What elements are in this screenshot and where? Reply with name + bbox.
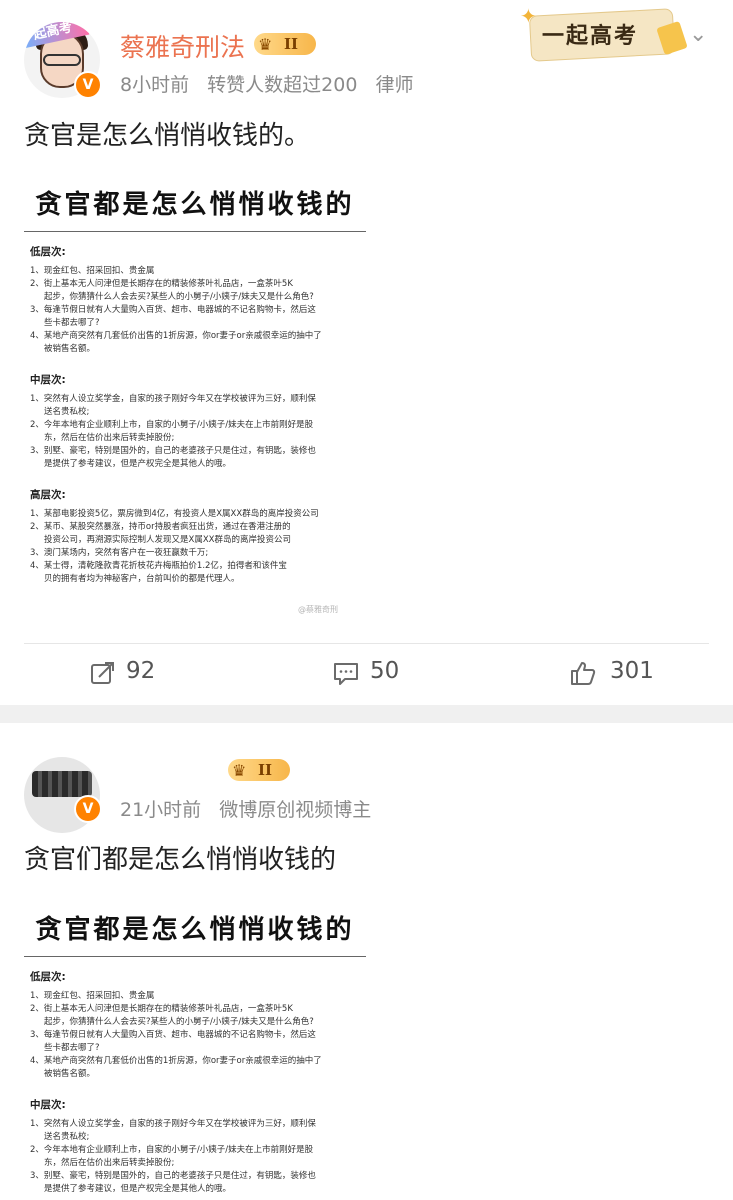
- repost-button[interactable]: 92: [90, 650, 170, 696]
- image-text-line: 3、澳门某场内，突然有客户在一夜狂赢数千万;: [30, 548, 209, 558]
- image-section-heading: 中层次:: [30, 374, 66, 386]
- post-text: 贪官们都是怎么悄悄收钱的: [24, 845, 337, 875]
- post-image[interactable]: 贪官都是怎么悄悄收钱的 低层次: 1、现金红包、招采回扣、贵金属 2、街上基本无人问…: [24, 897, 366, 1200]
- decoration-title: 一起高考: [542, 23, 639, 49]
- image-text-line: 1、现金红包、招采回扣、贵金属: [30, 991, 155, 1001]
- comment-icon: [334, 663, 358, 685]
- comment-button[interactable]: 50: [333, 650, 413, 696]
- image-text-line: 1、某部电影投资5亿，票房微到4亿，有投资人是X属XX群岛的离岸投资公司: [30, 509, 319, 519]
- image-text-line: 2、某币、某股突然暴涨，持币or持股者疯狂出货，通过在香港注册的: [30, 522, 291, 532]
- avatar-image: [32, 771, 92, 797]
- image-text-line: 2、街上基本无人问津但是长期存在的精装修茶叶礼品店，一盒茶叶5K: [30, 1004, 293, 1014]
- post-meta: 21小时前 微博原创视频博主: [120, 795, 383, 822]
- post-time: 21小时前: [120, 799, 202, 821]
- repost-count: 92: [126, 658, 156, 684]
- image-body: 低层次: 1、现金红包、招采回扣、贵金属 2、街上基本无人问津但是长期存在的精装修茶…: [24, 969, 366, 1200]
- crown-icon: ♛: [232, 761, 247, 780]
- image-watermark: @蔡雅奇刑: [298, 605, 338, 614]
- image-text-line: 被销售名额。: [44, 344, 96, 354]
- image-body: 低层次: 1、现金红包、招采回扣、贵金属 2、街上基本无人问津但是长期存在的精装修茶…: [24, 244, 366, 594]
- event-decoration: ✦ 一起高考: [520, 4, 688, 62]
- username[interactable]: 蔡雅奇刑法: [120, 28, 245, 64]
- image-text-line: 投资公司，再溯源实际控制人发现又是X属XX群岛的离岸投资公司: [44, 535, 291, 545]
- user-tag: 律师: [375, 74, 414, 96]
- verified-badge-icon: V: [74, 795, 102, 823]
- post-meta: 8小时前 转赞人数超过200 律师: [120, 70, 425, 97]
- image-title: 贪官都是怎么悄悄收钱的: [35, 915, 355, 945]
- image-text-line: 贝的拥有者均为神秘客户，台前叫价的都是代理人。: [44, 574, 240, 584]
- image-rule: [24, 956, 366, 957]
- post-time: 8小时前: [120, 74, 190, 96]
- post-image[interactable]: 贪官都是怎么悄悄收钱的 低层次: 1、现金红包、招采回扣、贵金属 2、街上基本无人问…: [24, 172, 366, 620]
- image-text-line: 些卡都去哪了?: [44, 318, 100, 328]
- rank-level: II: [284, 35, 299, 53]
- user-tag: 微博原创视频博主: [219, 799, 372, 821]
- image-rule: [24, 231, 366, 232]
- divider: [24, 643, 709, 644]
- image-section-heading: 中层次:: [30, 1099, 66, 1111]
- image-text-line: 4、某地产商突然有几套低价出售的1折房源，你or妻子or亲戚很幸运的抽中了: [30, 1056, 322, 1066]
- repost-icon: [91, 662, 114, 684]
- verified-badge-icon: V: [74, 71, 102, 99]
- like-count: 301: [610, 658, 654, 684]
- crown-icon: ♛: [258, 35, 273, 54]
- image-text-line: 3、每逢节假日就有人大量购入百货、超市、电器城的不记名购物卡，然后这: [30, 305, 316, 315]
- avatar-glasses: [43, 54, 81, 66]
- image-section-heading: 低层次:: [30, 971, 66, 983]
- image-text-line: 起步，你猜猜什么人会去买?某些人的小舅子/小姨子/妹夫又是什么角色?: [44, 292, 314, 302]
- image-text-line: 起步，你猜猜什么人会去买?某些人的小舅子/小姨子/妹夫又是什么角色?: [44, 1017, 314, 1027]
- chevron-down-icon[interactable]: ⌄: [689, 24, 711, 46]
- image-title: 贪官都是怎么悄悄收钱的: [35, 190, 355, 220]
- comment-count: 50: [370, 658, 400, 684]
- feed-post: 起高考 V 蔡雅奇刑法 ♛ II 8小时前 转赞人数超过200 律师 ✦ 一起高…: [0, 0, 733, 705]
- action-bar: 92 50 301: [0, 650, 733, 696]
- image-text-line: 3、别墅、豪宅，特别是国外的，自己的老婆孩子只是住过，有钥匙，装修也: [30, 446, 316, 456]
- image-text-line: 2、今年本地有企业顺利上市，自家的小舅子/小姨子/妹夫在上市前刚好是股: [30, 420, 314, 430]
- image-text-line: 是提供了参考建议，但是产权完全是其他人的哦。: [44, 1184, 232, 1194]
- image-text-line: 东，然后在估价出来后转卖掉股份;: [44, 433, 175, 443]
- rank-level: II: [258, 761, 273, 779]
- image-text-line: 送名贵私校;: [44, 1132, 90, 1142]
- image-text-line: 1、现金红包、招采回扣、贵金属: [30, 266, 155, 276]
- image-section-heading: 高层次:: [30, 489, 66, 501]
- like-button[interactable]: 301: [570, 650, 660, 696]
- star-icon: ✦: [520, 4, 537, 28]
- image-text-line: 送名贵私校;: [44, 407, 90, 417]
- image-text-line: 4、某地产商突然有几套低价出售的1折房源，你or妻子or亲戚很幸运的抽中了: [30, 331, 322, 341]
- image-text-line: 些卡都去哪了?: [44, 1043, 100, 1053]
- rank-badge[interactable]: ♛ II: [254, 33, 316, 55]
- image-text-line: 3、别墅、豪宅，特别是国外的，自己的老婆孩子只是住过，有钥匙，装修也: [30, 1171, 316, 1181]
- image-text-line: 1、突然有人设立奖学金，自家的孩子刚好今年又在学校被评为三好，顺利保: [30, 394, 316, 404]
- thumbs-up-icon: [571, 662, 596, 685]
- feed-separator: [0, 705, 733, 723]
- image-text-line: 2、今年本地有企业顺利上市，自家的小舅子/小姨子/妹夫在上市前刚好是股: [30, 1145, 314, 1155]
- image-text-line: 2、街上基本无人问津但是长期存在的精装修茶叶礼品店，一盒茶叶5K: [30, 279, 293, 289]
- image-text-line: 被销售名额。: [44, 1069, 96, 1079]
- post-text: 贪官是怎么悄悄收钱的。: [24, 121, 311, 151]
- image-text-line: 3、每逢节假日就有人大量购入百货、超市、电器城的不记名购物卡，然后这: [30, 1030, 316, 1040]
- rank-badge[interactable]: ♛ II: [228, 759, 290, 781]
- image-text-line: 东，然后在估价出来后转卖掉股份;: [44, 1158, 175, 1168]
- reposts-note: 转赞人数超过200: [207, 74, 358, 96]
- image-text-line: 1、突然有人设立奖学金，自家的孩子刚好今年又在学校被评为三好，顺利保: [30, 1119, 316, 1129]
- image-section-heading: 低层次:: [30, 246, 66, 258]
- image-text-line: 是提供了参考建议，但是产权完全是其他人的哦。: [44, 459, 232, 469]
- image-text-line: 4、某士得，清乾隆款青花折枝花卉梅瓶拍价1.2亿，拍得者和该件宝: [30, 561, 287, 571]
